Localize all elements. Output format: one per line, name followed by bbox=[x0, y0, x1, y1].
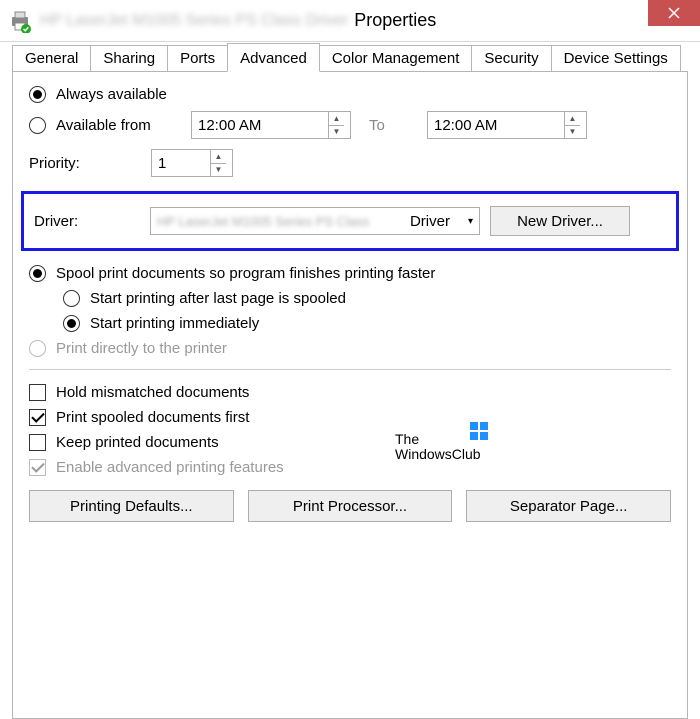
tab-sharing[interactable]: Sharing bbox=[90, 45, 168, 72]
window-title: Properties bbox=[354, 10, 648, 31]
label-print-directly: Print directly to the printer bbox=[56, 340, 227, 357]
time-to-spinner[interactable]: ▲▼ bbox=[564, 112, 580, 138]
separator-page-button[interactable]: Separator Page... bbox=[466, 490, 671, 522]
time-from-value: 12:00 AM bbox=[198, 117, 261, 134]
titlebar: HP LaserJet M1005 Series PS Class Driver… bbox=[0, 0, 700, 42]
watermark-text: TheWindowsClub bbox=[395, 432, 481, 463]
radio-print-directly bbox=[29, 340, 46, 357]
label-keep-printed: Keep printed documents bbox=[56, 434, 219, 451]
label-hold-mismatched: Hold mismatched documents bbox=[56, 384, 249, 401]
label-start-after-last: Start printing after last page is spoole… bbox=[90, 290, 346, 307]
driver-highlight-box: Driver: HP LaserJet M1005 Series PS Clas… bbox=[21, 191, 679, 251]
radio-start-immediately[interactable] bbox=[63, 315, 80, 332]
label-to: To bbox=[369, 117, 409, 134]
title-blurred-prefix: HP LaserJet M1005 Series PS Class Driver bbox=[40, 12, 348, 30]
priority-input[interactable]: 1 ▲▼ bbox=[151, 149, 233, 177]
time-to-value: 12:00 AM bbox=[434, 117, 497, 134]
printing-defaults-button[interactable]: Printing Defaults... bbox=[29, 490, 234, 522]
close-button[interactable] bbox=[648, 0, 700, 26]
label-enable-advanced: Enable advanced printing features bbox=[56, 459, 284, 476]
time-from-spinner[interactable]: ▲▼ bbox=[328, 112, 344, 138]
priority-value: 1 bbox=[158, 155, 166, 172]
separator-line bbox=[29, 369, 671, 370]
chevron-down-icon: ▾ bbox=[468, 216, 473, 227]
tab-ports[interactable]: Ports bbox=[167, 45, 228, 72]
tabstrip: General Sharing Ports Advanced Color Man… bbox=[0, 42, 700, 72]
label-priority: Priority: bbox=[29, 155, 151, 172]
driver-combo[interactable]: HP LaserJet M1005 Series PS Class Driver… bbox=[150, 207, 480, 235]
tab-general[interactable]: General bbox=[12, 45, 91, 72]
radio-available-from[interactable] bbox=[29, 117, 46, 134]
tab-security[interactable]: Security bbox=[471, 45, 551, 72]
radio-start-after-last[interactable] bbox=[63, 290, 80, 307]
checkbox-enable-advanced bbox=[29, 459, 46, 476]
printer-icon bbox=[8, 9, 32, 33]
checkbox-keep-printed[interactable] bbox=[29, 434, 46, 451]
tab-advanced[interactable]: Advanced bbox=[227, 43, 320, 72]
label-spool-documents: Spool print documents so program finishe… bbox=[56, 265, 435, 282]
radio-always-available[interactable] bbox=[29, 86, 46, 103]
driver-combo-blurred: HP LaserJet M1005 Series PS Class bbox=[157, 214, 369, 229]
label-available-from: Available from bbox=[56, 117, 191, 134]
radio-spool-documents[interactable] bbox=[29, 265, 46, 282]
checkbox-hold-mismatched[interactable] bbox=[29, 384, 46, 401]
print-processor-button[interactable]: Print Processor... bbox=[248, 490, 453, 522]
tab-color-management[interactable]: Color Management bbox=[319, 45, 473, 72]
priority-spinner[interactable]: ▲▼ bbox=[210, 150, 226, 176]
time-from-input[interactable]: 12:00 AM ▲▼ bbox=[191, 111, 351, 139]
checkbox-print-spooled-first[interactable] bbox=[29, 409, 46, 426]
tab-device-settings[interactable]: Device Settings bbox=[551, 45, 681, 72]
advanced-panel: Always available Available from 12:00 AM… bbox=[12, 71, 688, 719]
label-driver: Driver: bbox=[34, 213, 150, 230]
driver-combo-suffix: Driver bbox=[410, 213, 450, 230]
label-start-immediately: Start printing immediately bbox=[90, 315, 259, 332]
label-print-spooled-first: Print spooled documents first bbox=[56, 409, 249, 426]
new-driver-button[interactable]: New Driver... bbox=[490, 206, 630, 236]
time-to-input[interactable]: 12:00 AM ▲▼ bbox=[427, 111, 587, 139]
label-always-available: Always available bbox=[56, 86, 167, 103]
